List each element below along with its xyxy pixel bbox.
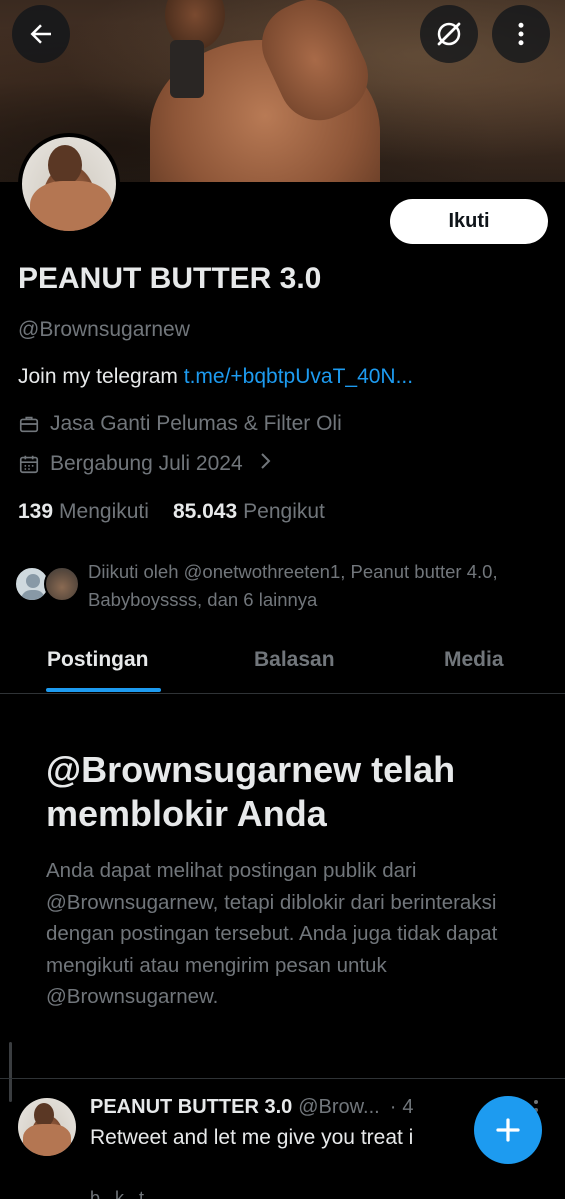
arrow-left-icon (30, 24, 51, 44)
category-text: Jasa Ganti Pelumas & Filter Oli (50, 412, 342, 435)
follower-avatar (44, 566, 80, 602)
blocked-description: Anda dapat melihat postingan publik dari… (46, 859, 498, 1008)
tweet-avatar[interactable] (18, 1098, 76, 1156)
tweet-text: Retweet and let me give you treat i (90, 1126, 414, 1149)
tweet-author-handle[interactable]: @Brow... (298, 1096, 379, 1118)
tab-posts[interactable]: Postingan (47, 648, 149, 672)
calendar-icon (18, 453, 40, 475)
profile-name: PEANUT BUTTER 3.0 (18, 262, 322, 295)
followed-by[interactable]: Diikuti oleh @onetwothreeten1, Peanut bu… (14, 558, 554, 614)
tweet-next-text: b...k...t (90, 1188, 145, 1199)
profile-join-date[interactable]: Bergabung Juli 2024 (18, 452, 273, 476)
briefcase-icon (18, 413, 40, 435)
profile-category: Jasa Ganti Pelumas & Filter Oli (18, 412, 342, 436)
tweet-next-link[interactable]: ... (149, 1188, 164, 1199)
profile-avatar[interactable] (18, 133, 120, 235)
tweet-time: 4 (402, 1096, 414, 1118)
grok-button[interactable] (420, 5, 478, 63)
profile-tabs: Postingan Balasan Media (0, 632, 565, 694)
more-vertical-icon (518, 22, 524, 46)
followers-link[interactable]: 85.043 Pengikut (173, 500, 325, 524)
tab-replies[interactable]: Balasan (254, 648, 335, 672)
following-count: 139 (18, 500, 54, 523)
back-button[interactable] (12, 5, 70, 63)
following-label: Mengikuti (59, 500, 149, 523)
tweet-author-name[interactable]: PEANUT BUTTER 3.0 (90, 1096, 292, 1118)
more-options-button[interactable] (492, 5, 550, 63)
join-date-text: Bergabung Juli 2024 (50, 452, 243, 475)
bio-text: Join my telegram (18, 365, 184, 388)
tweet-header: PEANUT BUTTER 3.0 @Brow... · 4 (90, 1096, 413, 1119)
chevron-right-icon (257, 452, 273, 476)
followed-by-avatars (14, 566, 84, 606)
profile-handle: @Brownsugarnew (18, 318, 190, 341)
tweet-separator: · (389, 1096, 397, 1118)
profile-bio: Join my telegram t.me/+bqbtpUvaT_40N... (18, 365, 413, 389)
banner-photo-phone (170, 40, 204, 98)
tab-media[interactable]: Media (444, 648, 504, 672)
followed-by-text: Diikuti oleh @onetwothreeten1, Peanut bu… (88, 561, 498, 610)
avatar-face (48, 145, 82, 185)
scrollbar[interactable] (9, 1042, 12, 1102)
followers-label: Pengikut (243, 500, 325, 523)
plus-icon (496, 1118, 520, 1142)
divider (0, 1078, 565, 1079)
grok-icon (437, 22, 461, 46)
followers-count: 85.043 (172, 500, 238, 523)
follow-button[interactable]: Ikuti (390, 199, 548, 244)
bio-telegram-link[interactable]: t.me/+bqbtpUvaT_40N... (184, 365, 413, 388)
following-link[interactable]: 139 Mengikuti (18, 500, 149, 524)
follow-counts: 139 Mengikuti 85.043 Pengikut (18, 500, 325, 524)
blocked-title: @Brownsugarnew telah memblokir Anda (46, 749, 456, 834)
compose-button[interactable] (474, 1096, 542, 1164)
avatar-body (30, 181, 112, 231)
tweet-next-line: b...k...t ... (90, 1188, 164, 1199)
tweet-avatar-body (23, 1124, 71, 1156)
active-tab-indicator (46, 688, 161, 692)
